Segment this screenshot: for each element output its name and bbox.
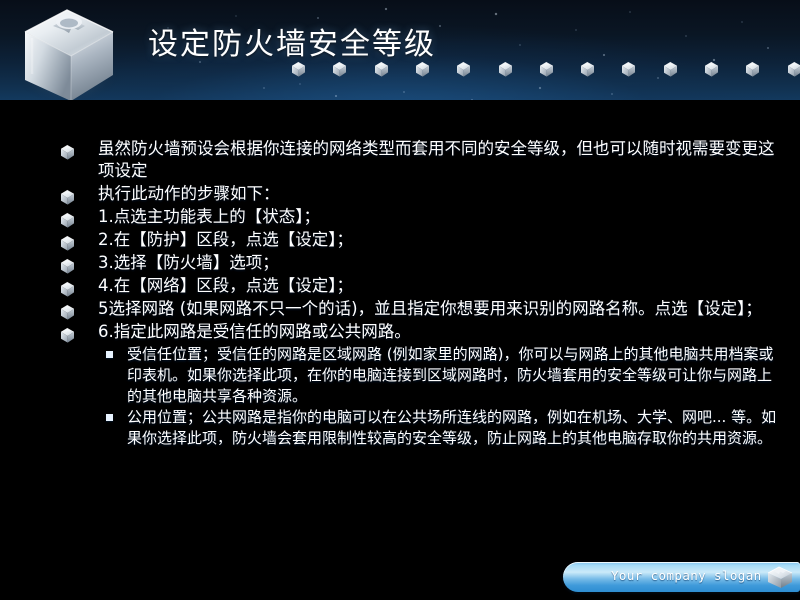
bullet-item: 2.在【防护】区段，点选【设定】； — [0, 229, 800, 251]
mini-cube-icon — [787, 60, 800, 78]
mini-cube-icon — [704, 60, 719, 78]
bullet-item: 5选择网路 (如果网路不只一个的话)，並且指定你想要用来识别的网路名称。点选【设… — [0, 298, 800, 320]
bullet-item: 6.指定此网路是受信任的网路或公共网路。 — [0, 321, 800, 343]
square-bullet-icon — [106, 351, 113, 358]
cube-bullet-icon — [60, 234, 75, 251]
bullet-text: 4.在【网络】区段，点选【设定】； — [98, 276, 353, 295]
bullet-item: 4.在【网络】区段，点选【设定】； — [0, 275, 800, 297]
mini-cube-icon — [621, 60, 636, 78]
square-bullet-icon — [106, 414, 113, 421]
bullet-list: 虽然防火墙预设会根据你连接的网络类型而套用不同的安全等级，但也可以随时视需要变更… — [0, 138, 800, 343]
slide-body: 虽然防火墙预设会根据你连接的网络类型而套用不同的安全等级，但也可以随时视需要变更… — [0, 100, 800, 555]
slide-title: 设定防火墙安全等级 — [148, 27, 436, 62]
presentation-slide: 设定防火墙安全等级 虽然防火墙预设会根据你连接的网络类型而套用不同的安全等级，但… — [0, 0, 800, 600]
company-slogan: Your company slogan — [611, 568, 762, 583]
company-cube-logo-icon — [767, 566, 793, 588]
mini-cube-icon — [663, 60, 678, 78]
mini-cube-icon — [332, 60, 347, 78]
bullet-text: 3.选择【防火墙】选项； — [98, 253, 279, 272]
cube-bullet-icon — [60, 211, 75, 228]
mini-cube-icon — [456, 60, 471, 78]
bullet-text: 2.在【防护】区段，点选【设定】； — [98, 230, 353, 249]
cube-bullet-icon — [60, 143, 75, 160]
bullet-text: 1.点选主功能表上的【状态】； — [98, 207, 320, 226]
mini-cube-icon — [580, 60, 595, 78]
slide-header: 设定防火墙安全等级 — [0, 0, 800, 100]
cube-bullet-icon — [60, 326, 75, 343]
bullet-text: 5选择网路 (如果网路不只一个的话)，並且指定你想要用来识别的网路名称。点选【设… — [98, 299, 762, 318]
cube-bullet-icon — [60, 257, 75, 274]
bullet-item: 3.选择【防火墙】选项； — [0, 252, 800, 274]
mini-cube-icon — [745, 60, 760, 78]
sub-bullet-item: 公用位置；公共网路是指你的电脑可以在公共场所连线的网路，例如在机场、大学、网吧.… — [0, 407, 800, 449]
bullet-item: 虽然防火墙预设会根据你连接的网络类型而套用不同的安全等级，但也可以随时视需要变更… — [0, 138, 800, 182]
footer-slogan-bar: Your company slogan — [563, 562, 800, 592]
mini-cube-icon — [291, 60, 306, 78]
cube-bullet-icon — [60, 303, 75, 320]
cube-bullet-icon — [60, 188, 75, 205]
cube-bullet-icon — [60, 280, 75, 297]
sub-bullet-text: 公用位置；公共网路是指你的电脑可以在公共场所连线的网路，例如在机场、大学、网吧.… — [127, 408, 777, 447]
sub-bullet-text: 受信任位置；受信任的网路是区域网路 (例如家里的网路)，你可以与网路上的其他电脑… — [127, 345, 774, 405]
bullet-item: 1.点选主功能表上的【状态】； — [0, 206, 800, 228]
mini-cube-icon — [374, 60, 389, 78]
mini-cube-icon — [415, 60, 430, 78]
bullet-text: 执行此动作的步骤如下： — [98, 184, 280, 203]
sub-bullet-list: 受信任位置；受信任的网路是区域网路 (例如家里的网路)，你可以与网路上的其他电脑… — [0, 344, 800, 449]
mini-cube-icon — [539, 60, 554, 78]
bullet-text: 6.指定此网路是受信任的网路或公共网路。 — [98, 322, 411, 341]
mini-cube-icon — [498, 60, 513, 78]
sub-bullet-item: 受信任位置；受信任的网路是区域网路 (例如家里的网路)，你可以与网路上的其他电脑… — [0, 344, 800, 407]
mini-cube-row — [0, 60, 800, 86]
bullet-text: 虽然防火墙预设会根据你连接的网络类型而套用不同的安全等级，但也可以随时视需要变更… — [98, 139, 775, 180]
bullet-item: 执行此动作的步骤如下： — [0, 183, 800, 205]
